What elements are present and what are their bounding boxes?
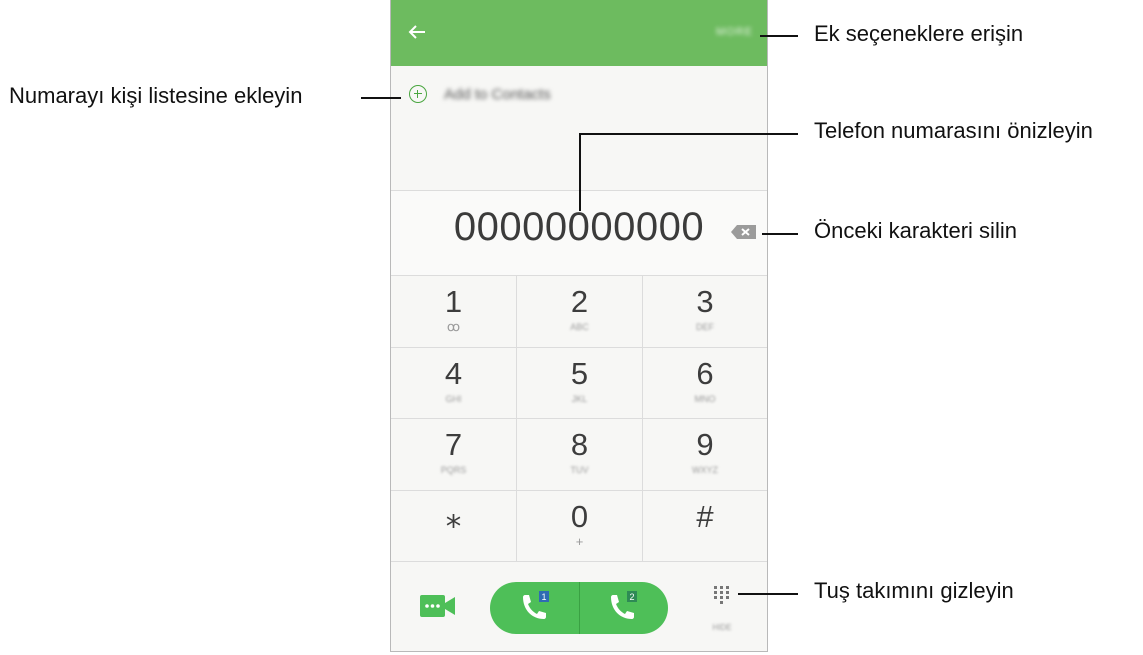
key-1[interactable]: 1 ꝏ	[391, 276, 517, 348]
key-digit: 1	[444, 284, 463, 319]
key-hash[interactable]: #	[643, 490, 767, 562]
key-6[interactable]: 6 MNO	[643, 347, 767, 419]
key-3[interactable]: 3 DEF	[643, 276, 767, 348]
annotation-more-options: Ek seçeneklere erişin	[814, 21, 1024, 46]
callout-line	[361, 97, 401, 99]
key-digit: 8	[570, 427, 589, 462]
phone-screen: MORE Add to Contacts 00000000000 1 ꝏ 2 A…	[390, 0, 768, 652]
key-digit: 0	[570, 498, 589, 534]
annotation-hide-keypad: Tuş takımını gizleyin	[814, 578, 1014, 603]
key-letters	[643, 535, 767, 549]
add-to-contacts-label: Add to Contacts	[444, 86, 551, 103]
callout-line	[579, 133, 581, 211]
key-7[interactable]: 7 PQRS	[391, 419, 517, 491]
key-letters: JKL	[571, 393, 588, 404]
annotation-delete-char: Önceki karakteri silin	[814, 218, 1017, 243]
sim-number: 1	[541, 592, 546, 602]
key-2[interactable]: 2 ABC	[517, 276, 643, 348]
key-star[interactable]: ⁎	[391, 490, 517, 562]
annotation-preview-number: Telefon numarasını önizleyin	[814, 118, 1093, 143]
key-5[interactable]: 5 JKL	[517, 347, 643, 419]
call-action-bar: 1 2 HIDE	[391, 561, 767, 652]
key-8[interactable]: 8 TUV	[517, 419, 643, 491]
key-digit: 2	[570, 284, 589, 319]
more-button[interactable]: MORE	[716, 26, 753, 38]
call-buttons: 1 2	[490, 582, 668, 634]
key-digit: 4	[444, 355, 463, 391]
key-letters: ABC	[570, 322, 589, 332]
keypad-grid-icon[interactable]	[711, 584, 733, 606]
callout-line	[762, 233, 798, 235]
key-0[interactable]: 0 +	[517, 490, 643, 562]
key-9[interactable]: 9 WXYZ	[643, 419, 767, 491]
key-letters: TUV	[570, 465, 589, 475]
key-digit: 9	[696, 427, 714, 462]
sim-number: 2	[629, 592, 634, 602]
phone-number-display: 00000000000	[453, 205, 705, 249]
key-digit: 6	[696, 355, 714, 391]
key-digit: 3	[696, 284, 714, 319]
callout-line	[760, 35, 798, 37]
add-to-contacts-row[interactable]: Add to Contacts	[391, 66, 767, 124]
callout-line	[738, 593, 798, 595]
key-digit: 5	[570, 355, 589, 391]
dial-keypad: 1 ꝏ 2 ABC 3 DEF 4 GHI 5 JKL 6 MNO 7 PQRS…	[391, 275, 767, 562]
key-plus: +	[575, 533, 584, 549]
key-letters: DEF	[696, 322, 714, 332]
key-letters: WXYZ	[692, 465, 718, 475]
back-arrow-icon[interactable]	[405, 20, 429, 44]
key-letters: GHI	[445, 393, 462, 404]
app-bar: MORE	[391, 0, 767, 66]
key-digit: ⁎	[445, 498, 462, 534]
key-4[interactable]: 4 GHI	[391, 347, 517, 419]
voicemail-icon: ꝏ	[446, 319, 461, 334]
add-contact-plus-icon[interactable]	[409, 85, 427, 103]
key-digit: #	[696, 498, 714, 534]
key-digit: 7	[444, 427, 463, 462]
key-letters: MNO	[694, 393, 716, 404]
video-call-icon[interactable]	[420, 595, 456, 617]
call-sim2-button[interactable]: 2	[604, 591, 644, 625]
call-divider	[579, 582, 580, 634]
callout-line	[580, 133, 798, 135]
backspace-icon[interactable]	[730, 224, 758, 240]
call-sim1-button[interactable]: 1	[516, 591, 556, 625]
annotation-add-contacts: Numarayı kişi listesine ekleyin	[9, 83, 303, 108]
hide-keypad-label: HIDE	[712, 623, 732, 632]
key-letters	[391, 535, 516, 549]
key-letters: PQRS	[440, 465, 467, 475]
